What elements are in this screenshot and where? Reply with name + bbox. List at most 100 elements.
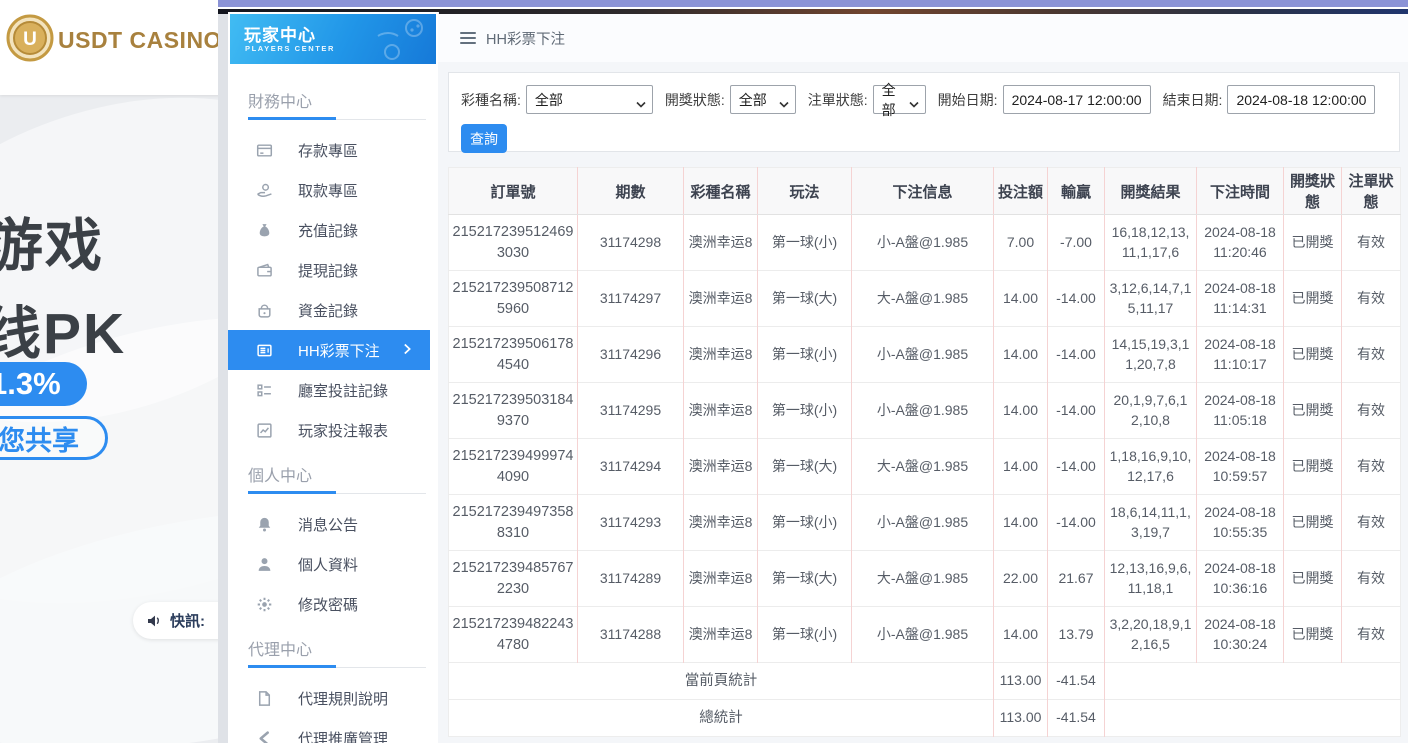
table-cell: 第一球(小) [758, 383, 852, 439]
bell-icon [256, 516, 273, 533]
table-header-cell: 期數 [578, 168, 684, 215]
table-cell: 澳洲幸运8 [684, 495, 758, 551]
table-cell: 31174296 [578, 327, 684, 383]
table-cell: 31174298 [578, 215, 684, 271]
sidebar-item-funds-records[interactable]: 資金記錄 [228, 290, 438, 330]
summary-empty-cell [1105, 663, 1401, 700]
promo-invite-badge: 邀您共享 [0, 416, 108, 460]
table-cell: -14.00 [1048, 439, 1105, 495]
sidebar-item-label: HH彩票下注 [298, 340, 380, 361]
table-cell: 小-A盤@1.985 [852, 607, 994, 663]
table-row: 215217239482243478031174288澳洲幸运8第一球(小)小-… [449, 607, 1401, 663]
sidebar-item-label: 取款專區 [298, 180, 358, 201]
sidebar-item-agent-promotion[interactable]: 代理推廣管理 [228, 718, 438, 743]
draw-status-select[interactable]: 全部 [730, 85, 796, 114]
table-cell: 第一球(大) [758, 551, 852, 607]
summary-bet-total-cell: 113.00 [994, 700, 1048, 737]
user-icon [256, 556, 273, 573]
table-cell: 有效 [1342, 215, 1401, 271]
sidebar-item-label: 資金記錄 [298, 300, 358, 321]
table-header-cell: 開獎狀態 [1284, 168, 1342, 215]
table-cell: 2152172395061784540 [449, 327, 578, 383]
order-status-value: 全部 [882, 80, 905, 120]
sidebar-item-label: 代理規則說明 [298, 688, 388, 709]
order-status-select[interactable]: 全部 [873, 85, 926, 114]
site-logo[interactable]: U USDT CASINO [6, 14, 222, 67]
gamepad-icon [374, 16, 430, 64]
table-cell: 小-A盤@1.985 [852, 327, 994, 383]
sidebar-item-hh-lottery-bets[interactable]: HH彩票下注 [228, 330, 430, 370]
summary-bet-total-cell: 113.00 [994, 663, 1048, 700]
summary-win-loss-cell: -41.54 [1048, 700, 1105, 737]
table-cell: 2024-08-18 10:59:57 [1197, 439, 1284, 495]
sidebar-item-label: 玩家投注報表 [298, 420, 388, 441]
table-cell: 31174288 [578, 607, 684, 663]
table-cell: 已開獎 [1284, 383, 1342, 439]
table-cell: 小-A盤@1.985 [852, 383, 994, 439]
svg-text:U: U [23, 29, 37, 50]
end-date-value: 2024-08-18 12:00:00 [1236, 92, 1366, 108]
table-cell: 第一球(大) [758, 439, 852, 495]
summary-row: 當前頁統計113.00-41.54 [449, 663, 1401, 700]
table-cell: 小-A盤@1.985 [852, 495, 994, 551]
sidebar-item-withdrawal-records[interactable]: 提現記錄 [228, 250, 438, 290]
checklist-icon [256, 382, 273, 399]
sidebar-item-announcements[interactable]: 消息公告 [228, 504, 438, 544]
start-date-input[interactable]: 2024-08-17 12:00:00 [1003, 85, 1151, 114]
site-logo-text: USDT CASINO [58, 27, 222, 54]
sidebar-section-title: 財務中心 [248, 88, 438, 112]
promo-rate-badge: 1.3% [0, 362, 87, 406]
table-row: 215217239508712596031174297澳洲幸运8第一球(大)大-… [449, 271, 1401, 327]
screen: 游戏 线PK 1.3% 邀您共享 快訊: U USDT CASINO [0, 0, 1408, 743]
background-site: 游戏 线PK 1.3% 邀您共享 快訊: U USDT CASINO [0, 0, 222, 743]
money-bag-icon [256, 222, 273, 239]
table-cell: -14.00 [1048, 383, 1105, 439]
page-gap [218, 14, 228, 743]
table-cell: 2152172394822434780 [449, 607, 578, 663]
sidebar-item-label: 代理推廣管理 [298, 728, 388, 743]
table-cell: 31174294 [578, 439, 684, 495]
table-header-cell: 訂單號 [449, 168, 578, 215]
sidebar-item-agent-rules[interactable]: 代理規則說明 [228, 678, 438, 718]
table-cell: 31174297 [578, 271, 684, 327]
table-row: 215217239485767223031174289澳洲幸运8第一球(大)大-… [449, 551, 1401, 607]
sidebar-item-profile[interactable]: 個人資料 [228, 544, 438, 584]
sidebar-item-deposit-area[interactable]: 存款專區 [228, 130, 438, 170]
summary-row: 總統計113.00-41.54 [449, 700, 1401, 737]
table-cell: 14.00 [994, 439, 1048, 495]
table-row: 215217239499974409031174294澳洲幸运8第一球(大)大-… [449, 439, 1401, 495]
table-cell: 有效 [1342, 327, 1401, 383]
table-row: 215217239512469303031174298澳洲幸运8第一球(小)小-… [449, 215, 1401, 271]
table-cell: 已開獎 [1284, 271, 1342, 327]
promo-headline-line1: 游戏 [0, 200, 104, 282]
topbar: HH彩票下注 [438, 14, 1408, 62]
table-row: 215217239506178454031174296澳洲幸运8第一球(小)小-… [449, 327, 1401, 383]
sidebar-item-withdraw-area[interactable]: 取款專區 [228, 170, 438, 210]
table-cell: 已開獎 [1284, 551, 1342, 607]
players-center-sidebar: 玩家中心 PLAYERS CENTER 財務中心存款專區取款專區充值記錄提現記錄… [228, 12, 438, 743]
sidebar-item-change-password[interactable]: 修改密碼 [228, 584, 438, 624]
table-cell: 澳洲幸运8 [684, 215, 758, 271]
sidebar-item-player-bet-report[interactable]: 玩家投注報表 [228, 410, 438, 450]
table-cell: 2152172395087125960 [449, 271, 578, 327]
end-date-input[interactable]: 2024-08-18 12:00:00 [1227, 85, 1375, 114]
table-cell: 第一球(小) [758, 495, 852, 551]
sidebar-item-recharge-records[interactable]: 充值記錄 [228, 210, 438, 250]
table-cell: 2024-08-18 10:30:24 [1197, 607, 1284, 663]
summary-label-cell: 總統計 [449, 700, 994, 737]
table-cell: 12,13,16,9,6,11,18,1 [1105, 551, 1197, 607]
usdt-coin-icon: U [6, 14, 54, 67]
search-button[interactable]: 查詢 [461, 124, 507, 153]
table-cell: 大-A盤@1.985 [852, 271, 994, 327]
hamburger-icon[interactable] [460, 32, 476, 44]
table-cell: 2024-08-18 10:36:16 [1197, 551, 1284, 607]
table-cell: 已開獎 [1284, 607, 1342, 663]
start-date-value: 2024-08-17 12:00:00 [1012, 92, 1142, 108]
sidebar-item-room-bet-records[interactable]: 廳室投註記錄 [228, 370, 438, 410]
lottery-name-select[interactable]: 全部 [526, 85, 653, 114]
table-cell: 澳洲幸运8 [684, 551, 758, 607]
wallet-icon [256, 262, 273, 279]
lottery-name-value: 全部 [535, 90, 563, 110]
table-cell: -14.00 [1048, 271, 1105, 327]
chevron-down-icon [909, 96, 919, 104]
